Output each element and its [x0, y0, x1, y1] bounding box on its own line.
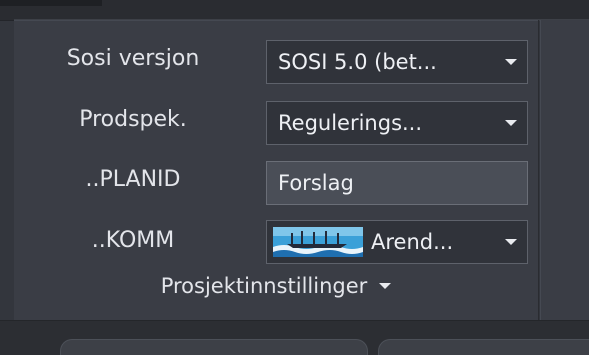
bottom-tab[interactable]: [378, 339, 589, 355]
chevron-down-icon: [379, 283, 392, 289]
product-spec-value: Regulerings...: [278, 111, 423, 135]
planid-input[interactable]: Forslag: [266, 161, 528, 205]
product-spec-dropdown[interactable]: Regulerings...: [266, 101, 528, 145]
municipality-coat-of-arms-icon: [273, 227, 363, 257]
adjacent-panel-column: [540, 20, 589, 320]
project-settings-label: Prosjektinnstillinger: [160, 274, 368, 298]
sosi-version-dropdown[interactable]: SOSI 5.0 (bet...: [266, 40, 528, 84]
top-tab-stub: [0, 0, 102, 6]
project-settings-expander[interactable]: Prosjektinnstillinger: [14, 268, 538, 304]
sosi-version-label: Sosi versjon: [66, 46, 200, 71]
chevron-down-icon: [505, 59, 517, 65]
application-window: Sosi versjon SOSI 5.0 (bet... Prodspek. …: [0, 0, 589, 355]
product-spec-label: Prodspek.: [79, 107, 187, 132]
municipality-dropdown[interactable]: Arend...: [266, 220, 528, 264]
planid-value: Forslag: [278, 171, 354, 195]
bottom-tab[interactable]: [60, 339, 368, 355]
chevron-down-icon: [505, 120, 517, 126]
sosi-version-value: SOSI 5.0 (bet...: [278, 50, 437, 74]
municipality-value: Arend...: [371, 230, 454, 254]
planid-label: ..PLANID: [85, 167, 181, 192]
chevron-down-icon: [505, 239, 517, 245]
top-toolbar-strip: [0, 0, 589, 21]
municipality-label: ..KOMM: [91, 228, 175, 253]
bottom-tab-bar: [0, 320, 589, 355]
